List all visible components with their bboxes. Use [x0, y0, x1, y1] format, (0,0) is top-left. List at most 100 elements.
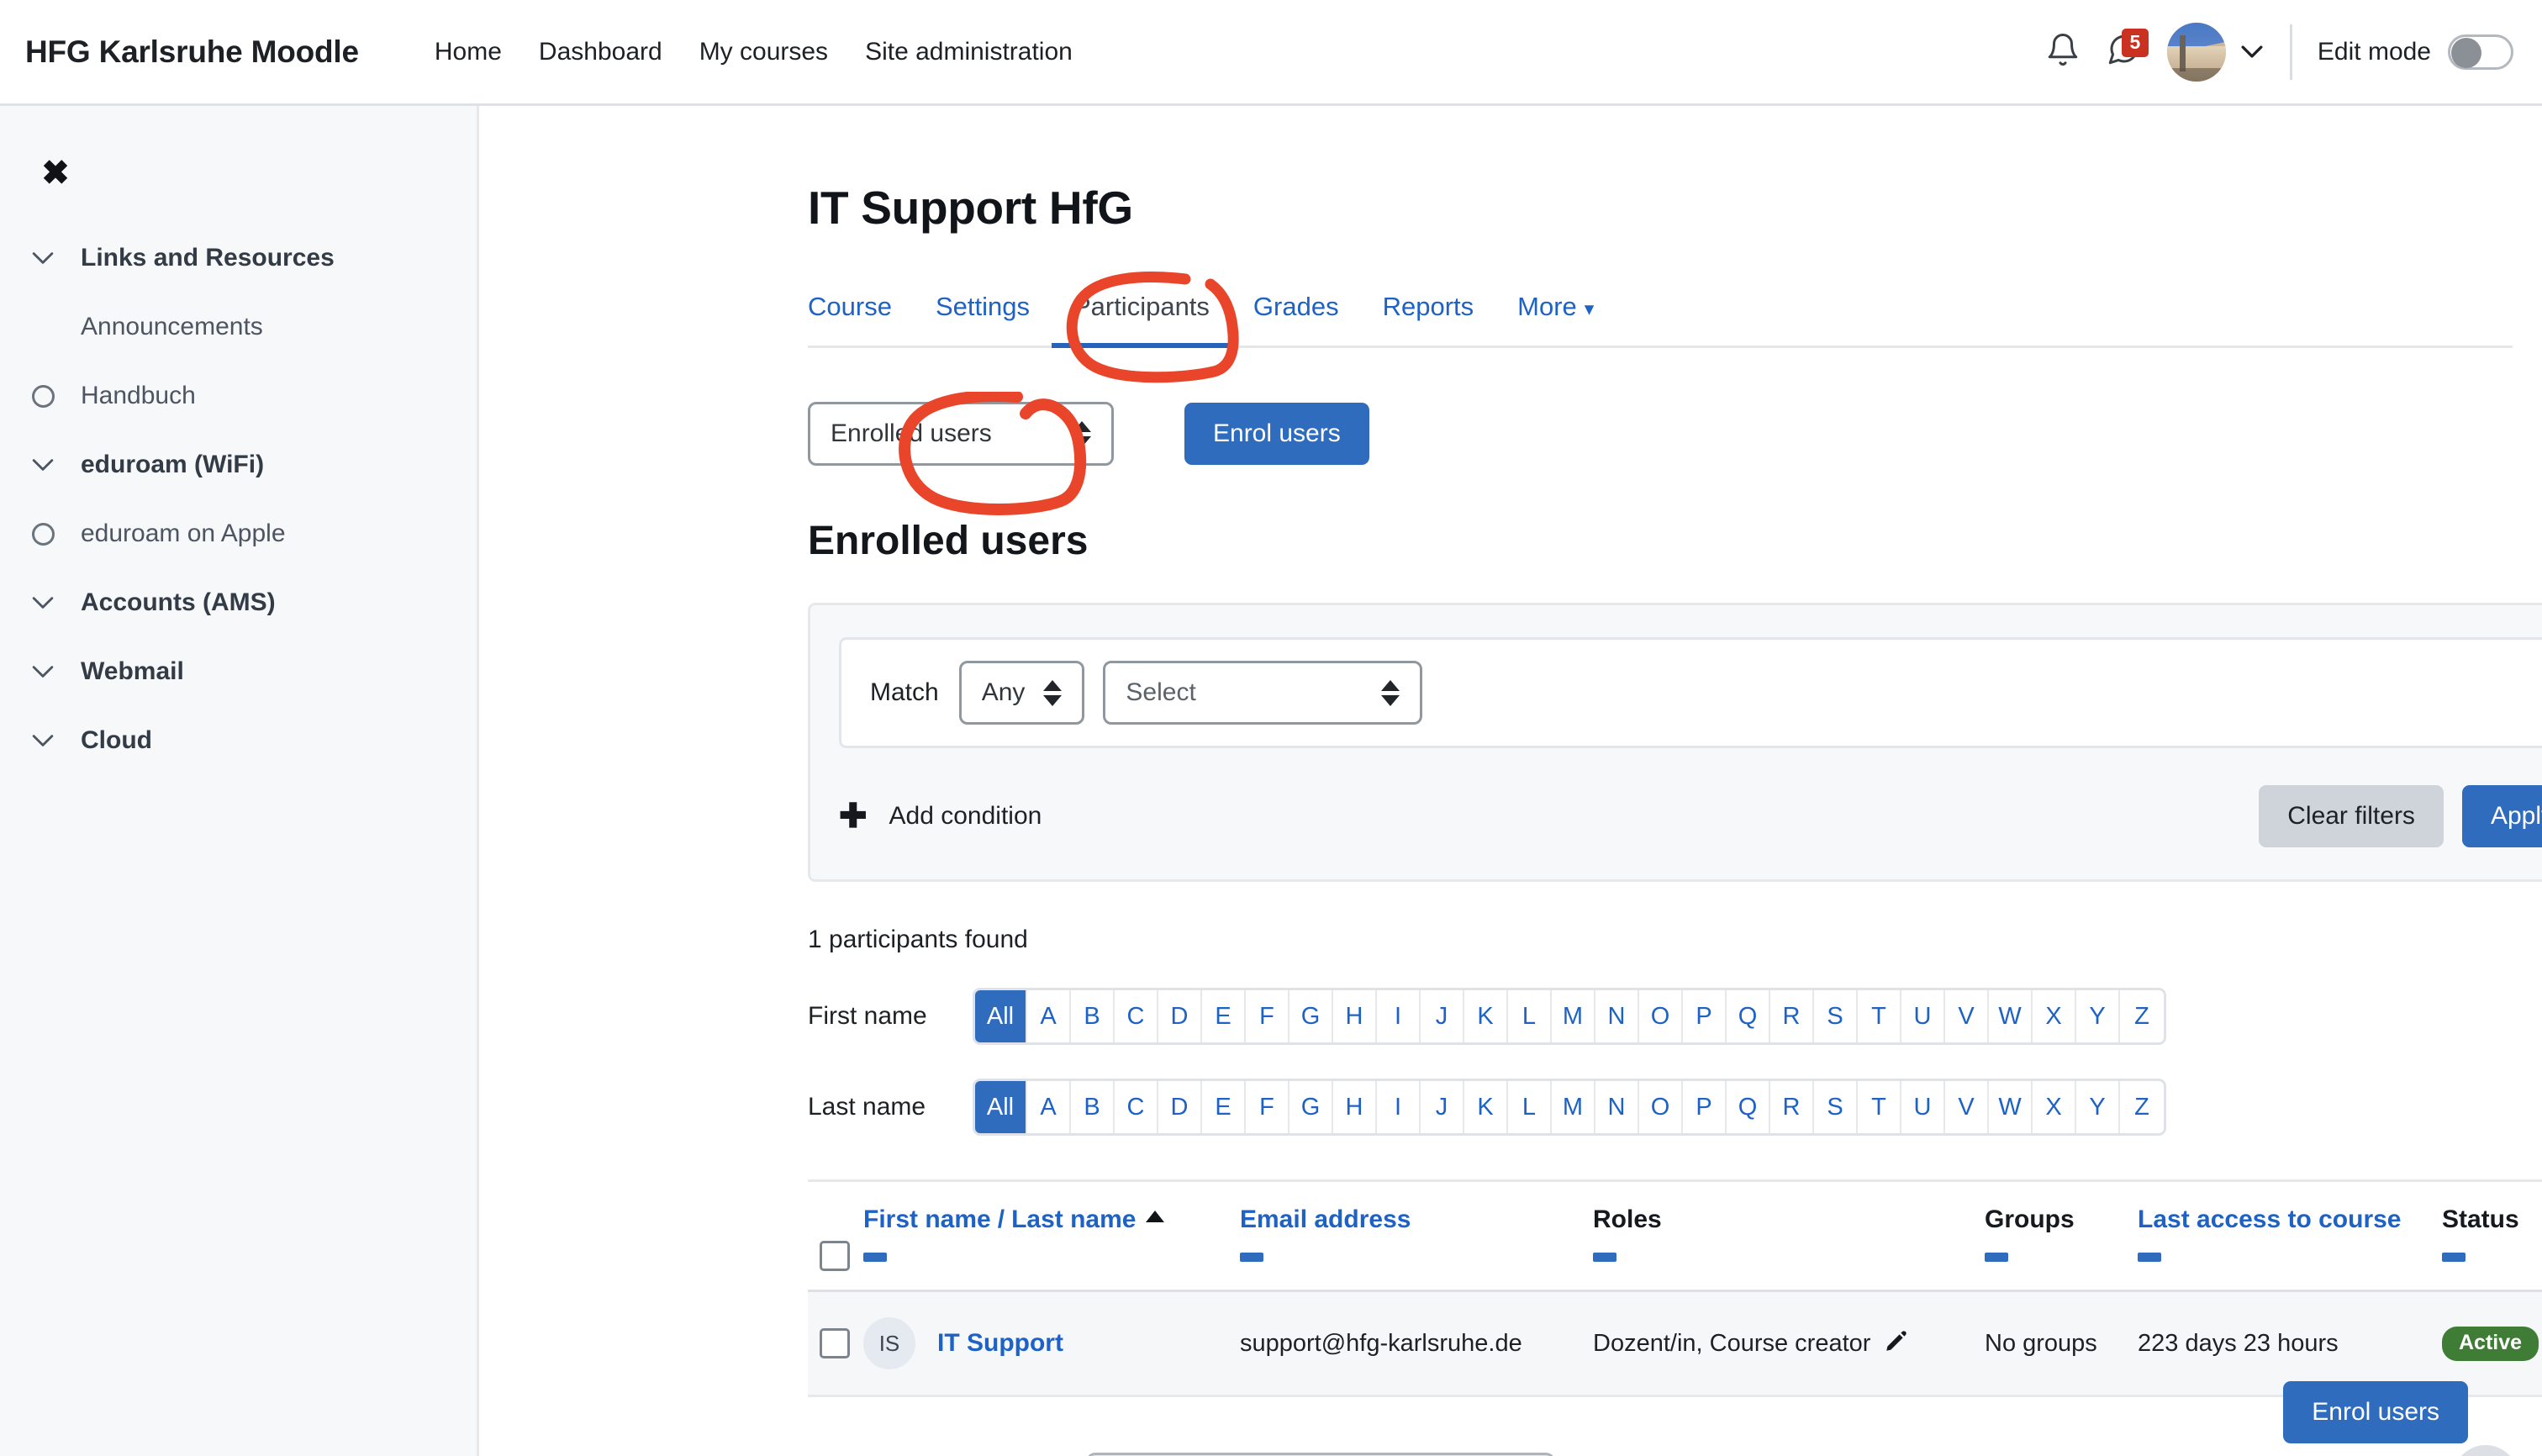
user-menu-button[interactable] [2166, 22, 2263, 82]
first-name-letter[interactable]: U [1901, 990, 1945, 1042]
tab-grades[interactable]: Grades [1231, 280, 1361, 346]
hide-column-roles-toggle[interactable] [1593, 1253, 1616, 1262]
last-name-letter[interactable]: I [1377, 1081, 1421, 1133]
last-name-letter[interactable]: F [1246, 1081, 1289, 1133]
match-type-select[interactable]: Any [958, 661, 1085, 725]
last-name-letter[interactable]: W [1989, 1081, 2033, 1133]
hide-column-status-toggle[interactable] [2442, 1253, 2466, 1262]
first-name-letter[interactable]: K [1464, 990, 1508, 1042]
first-name-letter[interactable]: N [1595, 990, 1639, 1042]
nav-link-home[interactable]: Home [416, 38, 520, 66]
last-name-letter[interactable]: M [1552, 1081, 1595, 1133]
enrol-users-button-bottom[interactable]: Enrol users [2283, 1381, 2468, 1443]
messages-button[interactable]: 5 [2093, 22, 2154, 82]
sidebar-item-webmail[interactable]: Webmail [0, 637, 477, 706]
last-name-letter[interactable]: S [1814, 1081, 1858, 1133]
select-all-checkbox[interactable] [820, 1241, 850, 1271]
last-name-letter[interactable]: H [1333, 1081, 1377, 1133]
first-name-letter[interactable]: F [1246, 990, 1289, 1042]
nav-link-dashboard[interactable]: Dashboard [520, 38, 681, 66]
last-name-letter[interactable]: A [1027, 1081, 1071, 1133]
sidebar-item-eduroam-wifi[interactable]: eduroam (WiFi) [0, 430, 477, 499]
tab-settings[interactable]: Settings [914, 280, 1052, 346]
last-name-letter[interactable]: Z [2120, 1081, 2164, 1133]
add-condition-button[interactable]: ✚ Add condition [839, 799, 1042, 833]
first-name-letter[interactable]: X [2033, 990, 2076, 1042]
hide-column-email-toggle[interactable] [1240, 1253, 1263, 1262]
first-name-letter[interactable]: S [1814, 990, 1858, 1042]
close-drawer-button[interactable]: ✖ [32, 150, 79, 197]
first-name-letter[interactable]: I [1377, 990, 1421, 1042]
first-name-letter[interactable]: Y [2076, 990, 2120, 1042]
hide-column-name-toggle[interactable] [863, 1253, 887, 1262]
enrol-users-button-top[interactable]: Enrol users [1184, 403, 1369, 465]
last-name-letter-all[interactable]: All [975, 1081, 1027, 1133]
sort-last-access-link[interactable]: Last access to course [2138, 1205, 2402, 1233]
last-name-letter[interactable]: Q [1727, 1081, 1770, 1133]
last-name-letter[interactable]: L [1508, 1081, 1552, 1133]
last-name-letter[interactable]: U [1901, 1081, 1945, 1133]
last-name-letter[interactable]: T [1858, 1081, 1901, 1133]
notifications-button[interactable] [2033, 22, 2093, 82]
last-name-letter[interactable]: N [1595, 1081, 1639, 1133]
first-name-letter[interactable]: Z [2120, 990, 2164, 1042]
first-name-letter-all[interactable]: All [975, 990, 1027, 1042]
row-select-checkbox[interactable] [820, 1328, 850, 1358]
sort-first-name-link[interactable]: First name [863, 1205, 991, 1233]
first-name-letter[interactable]: P [1683, 990, 1727, 1042]
site-brand[interactable]: HFG Karlsruhe Moodle [25, 34, 359, 70]
first-name-letter[interactable]: A [1027, 990, 1071, 1042]
filter-field-select[interactable]: Select [1103, 661, 1423, 725]
first-name-letter[interactable]: M [1552, 990, 1595, 1042]
clear-filters-button[interactable]: Clear filters [2259, 785, 2444, 847]
first-name-letter[interactable]: C [1115, 990, 1158, 1042]
last-name-letter[interactable]: C [1115, 1081, 1158, 1133]
participant-name-link[interactable]: IT Support [937, 1329, 1063, 1358]
help-button[interactable]: ? [2453, 1445, 2518, 1456]
last-name-letter[interactable]: Y [2076, 1081, 2120, 1133]
sort-last-name-link[interactable]: Last name [1011, 1205, 1136, 1233]
apply-filters-button[interactable]: Apply filters [2461, 785, 2542, 847]
first-name-letter[interactable]: B [1071, 990, 1115, 1042]
first-name-letter[interactable]: Q [1727, 990, 1770, 1042]
last-name-letter[interactable]: J [1421, 1081, 1464, 1133]
first-name-letter[interactable]: L [1508, 990, 1552, 1042]
sidebar-item-announcements[interactable]: Announcements [0, 293, 477, 361]
sidebar-item-eduroam-on-apple[interactable]: eduroam on Apple [0, 499, 477, 568]
last-name-letter[interactable]: B [1071, 1081, 1115, 1133]
sort-email-link[interactable]: Email address [1240, 1205, 1411, 1233]
sidebar-item-links-and-resources[interactable]: Links and Resources [0, 224, 477, 293]
last-name-letter[interactable]: V [1945, 1081, 1989, 1133]
sidebar-item-cloud[interactable]: Cloud [0, 706, 477, 775]
tab-course[interactable]: Course [808, 280, 914, 346]
nav-link-my-courses[interactable]: My courses [681, 38, 846, 66]
with-selected-users-select[interactable]: Choose... [1085, 1453, 1555, 1456]
hide-column-last-access-toggle[interactable] [2138, 1253, 2161, 1262]
hide-column-groups-toggle[interactable] [1985, 1253, 2008, 1262]
sidebar-item-accounts-ams[interactable]: Accounts (AMS) [0, 568, 477, 637]
first-name-letter[interactable]: E [1202, 990, 1246, 1042]
nav-link-site-administration[interactable]: Site administration [846, 38, 1091, 66]
first-name-letter[interactable]: W [1989, 990, 2033, 1042]
last-name-letter[interactable]: P [1683, 1081, 1727, 1133]
last-name-letter[interactable]: E [1202, 1081, 1246, 1133]
first-name-letter[interactable]: T [1858, 990, 1901, 1042]
first-name-letter[interactable]: G [1289, 990, 1333, 1042]
first-name-letter[interactable]: J [1421, 990, 1464, 1042]
tab-reports[interactable]: Reports [1361, 280, 1496, 346]
last-name-letter[interactable]: X [2033, 1081, 2076, 1133]
first-name-letter[interactable]: O [1639, 990, 1683, 1042]
last-name-letter[interactable]: G [1289, 1081, 1333, 1133]
sidebar-item-handbuch[interactable]: Handbuch [0, 361, 477, 430]
first-name-letter[interactable]: H [1333, 990, 1377, 1042]
pencil-icon[interactable] [1884, 1328, 1909, 1359]
enrolment-method-select[interactable]: Enrolled users [808, 402, 1114, 466]
tab-participants[interactable]: Participants [1051, 280, 1231, 348]
last-name-letter[interactable]: O [1639, 1081, 1683, 1133]
edit-mode-toggle[interactable] [2448, 34, 2513, 70]
last-name-letter[interactable]: R [1770, 1081, 1814, 1133]
last-name-letter[interactable]: K [1464, 1081, 1508, 1133]
first-name-letter[interactable]: V [1945, 990, 1989, 1042]
tab-more[interactable]: More ▾ [1495, 280, 1616, 346]
first-name-letter[interactable]: R [1770, 990, 1814, 1042]
